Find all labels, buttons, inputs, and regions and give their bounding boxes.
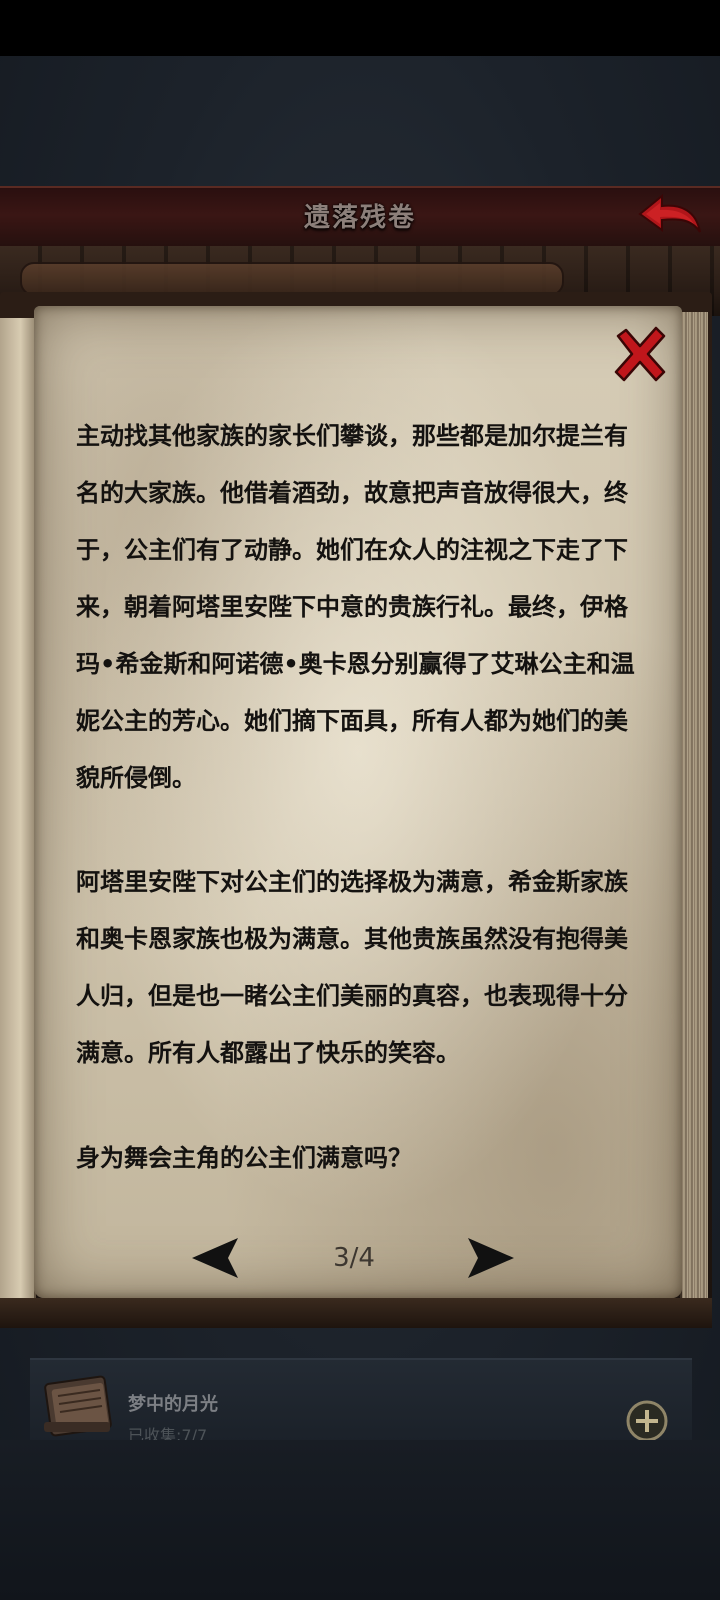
close-x-icon xyxy=(614,326,666,382)
bottom-area xyxy=(0,1440,720,1600)
story-paragraph-2: 阿塔里安陛下对公主们的选择极为满意，希金斯家族和奥卡恩家族也极为满意。其他贵族虽… xyxy=(76,868,628,1067)
title-bar: 遗落残卷 xyxy=(0,186,720,250)
game-screen: 遗落残卷 主动找其他家族的家长们攀谈，那些都是加尔提兰有名的大家族。他借着酒劲，… xyxy=(0,0,720,1600)
page-right-edge xyxy=(680,312,708,1298)
page-left-edge xyxy=(0,318,36,1298)
plus-circle-icon xyxy=(626,1400,668,1442)
scroll-book-icon xyxy=(40,1366,120,1440)
next-page-button[interactable] xyxy=(464,1236,516,1280)
story-paragraph-3: 身为舞会主角的公主们满意吗？ xyxy=(76,1144,412,1172)
collection-title: 梦中的月光 xyxy=(128,1394,218,1415)
status-bar xyxy=(0,0,720,56)
expand-button[interactable] xyxy=(626,1400,668,1442)
page-indicator: 3/4 xyxy=(333,1243,375,1273)
right-triangle-icon xyxy=(468,1238,514,1278)
back-arrow-icon xyxy=(638,193,701,233)
book-bottom-edge xyxy=(0,1298,712,1328)
story-paragraph-1: 主动找其他家族的家长们攀谈，那些都是加尔提兰有名的大家族。他借着酒劲，故意把声音… xyxy=(76,422,635,792)
back-button[interactable] xyxy=(636,192,704,240)
page-title: 遗落残卷 xyxy=(303,203,416,233)
prev-page-button[interactable] xyxy=(190,1236,242,1280)
left-triangle-icon xyxy=(192,1238,238,1278)
shelf-ornament xyxy=(20,262,564,296)
close-button[interactable] xyxy=(612,326,668,382)
